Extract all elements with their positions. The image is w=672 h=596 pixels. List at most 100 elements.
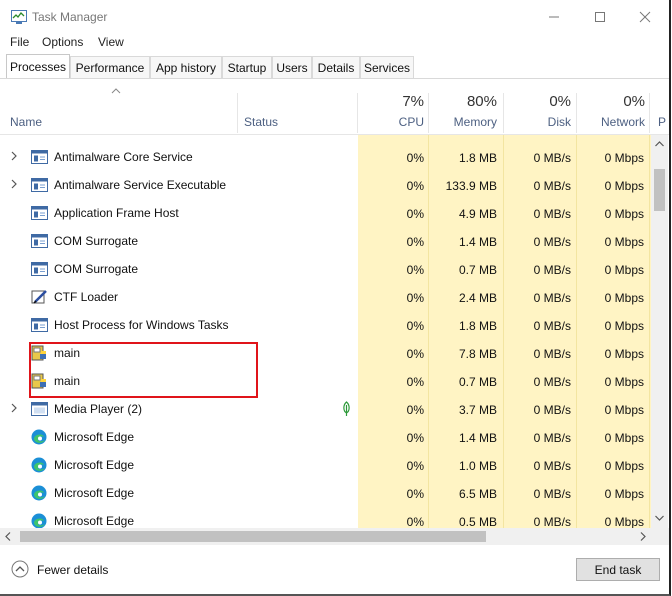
expand-chevron-icon[interactable] xyxy=(10,179,18,189)
process-row[interactable]: Microsoft Edge 0% 1.4 MB 0 MB/s 0 Mbps xyxy=(0,423,651,451)
menu-options[interactable]: Options xyxy=(42,35,83,49)
memory-value: 1.8 MB xyxy=(458,151,497,165)
edge-icon xyxy=(31,485,48,501)
memory-value: 0.5 MB xyxy=(458,515,497,528)
cpu-value: 0% xyxy=(406,179,424,193)
process-row[interactable]: CTF Loader 0% 2.4 MB 0 MB/s 0 Mbps xyxy=(0,283,651,311)
process-grid[interactable]: Antimalware Core Service 0% 1.8 MB 0 MB/s 0 … xyxy=(0,135,651,528)
process-name: CTF Loader xyxy=(54,290,119,304)
scroll-up-icon[interactable] xyxy=(655,141,664,147)
process-row[interactable]: Microsoft Edge 0% 6.5 MB 0 MB/s 0 Mbps xyxy=(0,479,651,507)
process-name: COM Surrogate xyxy=(54,234,139,248)
cpu-value: 0% xyxy=(406,235,424,249)
memory-value: 6.5 MB xyxy=(458,487,497,501)
process-row[interactable]: Microsoft Edge 0% 0.5 MB 0 MB/s 0 Mbps xyxy=(0,507,651,528)
minimize-button[interactable] xyxy=(531,0,577,34)
process-name: COM Surrogate xyxy=(54,262,139,276)
network-value: 0 Mbps xyxy=(604,459,644,473)
disk-value: 0 MB/s xyxy=(533,319,571,333)
close-icon xyxy=(639,11,651,23)
tab-services[interactable]: Services xyxy=(360,56,414,78)
memory-value: 2.4 MB xyxy=(458,291,497,305)
fewer-details-link[interactable]: Fewer details xyxy=(37,563,108,577)
process-row[interactable]: Host Process for Windows Tasks 0% 1.8 MB 0 … xyxy=(0,311,651,339)
column-disk-header[interactable]: 0% Disk xyxy=(504,79,576,134)
service-window-icon xyxy=(31,149,48,165)
process-name: Microsoft Edge xyxy=(54,458,135,472)
cpu-value: 0% xyxy=(406,347,424,361)
column-power-header[interactable]: P xyxy=(650,79,668,134)
network-value: 0 Mbps xyxy=(604,179,644,193)
disk-value: 0 MB/s xyxy=(533,431,571,445)
scroll-left-icon[interactable] xyxy=(5,532,11,541)
tab-details[interactable]: Details xyxy=(312,56,360,78)
process-name: Media Player (2) xyxy=(54,402,143,416)
tab-users[interactable]: Users xyxy=(272,56,312,78)
edge-icon xyxy=(31,513,48,528)
process-row[interactable]: Application Frame Host 0% 4.9 MB 0 MB/s 0 Mb… xyxy=(0,199,651,227)
process-row[interactable]: Microsoft Edge 0% 1.0 MB 0 MB/s 0 Mbps xyxy=(0,451,651,479)
cpu-value: 0% xyxy=(406,319,424,333)
network-value: 0 Mbps xyxy=(604,347,644,361)
menu-view[interactable]: View xyxy=(98,35,124,49)
process-name: Microsoft Edge xyxy=(54,514,135,528)
menu-file[interactable]: File xyxy=(10,35,29,49)
column-name-header[interactable]: Name xyxy=(0,79,237,134)
horizontal-scroll-thumb[interactable] xyxy=(20,531,486,542)
disk-total-percent: 0% xyxy=(549,93,571,110)
menu-bar: File Options View xyxy=(0,34,660,52)
expand-chevron-icon[interactable] xyxy=(10,403,18,413)
cpu-value: 0% xyxy=(406,487,424,501)
column-status-label: Status xyxy=(244,115,279,129)
memory-value: 1.0 MB xyxy=(458,459,497,473)
process-row[interactable]: Antimalware Service Executable 0% 133.9 MB… xyxy=(0,171,651,199)
service-window-icon xyxy=(31,233,48,249)
minimize-icon xyxy=(549,16,559,18)
process-row[interactable]: Media Player (2) 0% 3.7 MB 0 MB/s 0 Mbps xyxy=(0,395,651,423)
column-network-header[interactable]: 0% Network xyxy=(577,79,649,134)
disk-value: 0 MB/s xyxy=(533,375,571,389)
disk-value: 0 MB/s xyxy=(533,179,571,193)
column-status-header[interactable]: Status xyxy=(238,79,357,134)
network-value: 0 Mbps xyxy=(604,431,644,445)
service-window-icon xyxy=(31,177,48,193)
cpu-value: 0% xyxy=(406,207,424,221)
service-window-icon xyxy=(31,317,48,333)
memory-value: 1.4 MB xyxy=(458,431,497,445)
cpu-value: 0% xyxy=(406,431,424,445)
process-row[interactable]: COM Surrogate 0% 1.4 MB 0 MB/s 0 Mbps xyxy=(0,227,651,255)
tab-performance[interactable]: Performance xyxy=(70,56,150,78)
process-row[interactable]: Antimalware Core Service 0% 1.8 MB 0 MB/s 0 … xyxy=(0,143,651,171)
column-cpu-label: CPU xyxy=(398,115,424,129)
maximize-button[interactable] xyxy=(577,0,623,34)
leaf-icon xyxy=(343,401,350,416)
process-row[interactable]: COM Surrogate 0% 0.7 MB 0 MB/s 0 Mbps xyxy=(0,255,651,283)
network-value: 0 Mbps xyxy=(604,319,644,333)
end-task-button[interactable]: End task xyxy=(576,558,660,581)
scroll-right-icon[interactable] xyxy=(640,532,646,541)
vertical-scrollbar[interactable] xyxy=(651,135,668,528)
cpu-value: 0% xyxy=(406,291,424,305)
expand-chevron-icon[interactable] xyxy=(10,151,18,161)
column-cpu-header[interactable]: 7% CPU xyxy=(358,79,428,134)
vertical-scroll-thumb[interactable] xyxy=(654,169,665,211)
tab-processes[interactable]: Processes xyxy=(6,54,70,78)
footer: Fewer details End task xyxy=(0,546,669,594)
tab-app-history[interactable]: App history xyxy=(150,56,222,78)
scroll-down-icon[interactable] xyxy=(655,515,664,521)
column-truncated-label: P xyxy=(658,115,667,129)
network-total-percent: 0% xyxy=(623,93,645,110)
tab-startup[interactable]: Startup xyxy=(222,56,272,78)
network-value: 0 Mbps xyxy=(604,375,644,389)
media-player-icon xyxy=(31,401,48,417)
column-headers: Name Status 7% CPU 80% Memory 0% Disk 0%… xyxy=(0,79,669,135)
edge-icon xyxy=(31,457,48,473)
cpu-value: 0% xyxy=(406,375,424,389)
memory-value: 4.9 MB xyxy=(458,207,497,221)
horizontal-scrollbar[interactable] xyxy=(0,528,669,545)
fewer-details-icon[interactable] xyxy=(11,560,29,578)
close-button[interactable] xyxy=(622,0,668,34)
column-memory-header[interactable]: 80% Memory xyxy=(429,79,503,134)
cpu-value: 0% xyxy=(406,403,424,417)
window-title: Task Manager xyxy=(32,10,108,24)
